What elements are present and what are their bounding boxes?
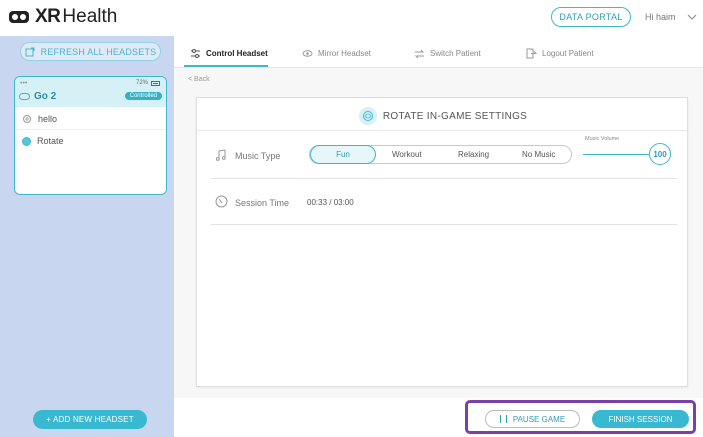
tab-control-headset[interactable]: Control Headset — [190, 48, 268, 59]
divider — [211, 224, 677, 225]
tab-label: Control Headset — [206, 49, 268, 58]
music-type-selector: Fun Workout Relaxing No Music — [309, 145, 572, 164]
headset-app-label: Rotate — [37, 136, 64, 146]
tab-label: Logout Patient — [542, 49, 594, 58]
brain-icon — [358, 107, 377, 125]
clock-icon — [215, 195, 228, 208]
music-option-no-music[interactable]: No Music — [522, 150, 555, 159]
headset-app-item[interactable]: Rotate — [15, 130, 166, 152]
battery-percent: 72% — [135, 80, 148, 86]
headset-icon — [19, 93, 30, 100]
session-actions-highlight: PAUSE GAME FINISH SESSION — [465, 400, 696, 434]
add-new-headset-button[interactable]: + ADD NEW HEADSET — [33, 410, 147, 429]
xrhealth-logo: XR Health — [8, 6, 117, 28]
battery-status: 72% — [136, 80, 160, 86]
panel-title-text: ROTATE IN-GAME SETTINGS — [382, 110, 528, 122]
game-settings-panel: ROTATE IN-GAME SETTINGS Music Type Fun W… — [196, 97, 689, 387]
chevron-down-icon[interactable] — [687, 12, 697, 22]
tab-mirror-headset[interactable]: Mirror Headset — [302, 48, 371, 59]
music-volume-slider-track[interactable] — [583, 154, 653, 155]
app-window: XR Health DATA PORTAL Hi haim REFRESH ALL… — [0, 0, 703, 437]
status-badge: Controlled — [124, 92, 162, 100]
dot-icon — [22, 136, 31, 146]
headset-menu-dots[interactable]: ••• — [20, 80, 27, 87]
pause-label: PAUSE GAME — [512, 414, 566, 424]
music-option-workout[interactable]: Workout — [392, 150, 422, 159]
pause-icon — [499, 415, 507, 423]
music-volume-label: Music Volume — [585, 136, 620, 142]
refresh-label: REFRESH ALL HEADSETS — [40, 46, 157, 57]
logout-icon — [526, 48, 537, 59]
divider — [211, 178, 677, 179]
top-header: XR Health DATA PORTAL Hi haim — [0, 0, 703, 36]
session-time-label: Session Time — [235, 198, 290, 208]
user-greeting[interactable]: Hi haim — [645, 12, 676, 22]
data-portal-button[interactable]: DATA PORTAL — [551, 7, 631, 27]
music-volume-slider-handle[interactable]: 100 — [649, 143, 671, 165]
sliders-icon — [191, 49, 200, 58]
tab-bar: Control Headset Mirror Headset Switch Pa… — [174, 36, 703, 68]
music-type-label: Music Type — [235, 151, 281, 161]
headset-card[interactable]: ••• 72% Go 2 Controlled hello Rotate — [14, 76, 167, 195]
tab-label: Switch Patient — [430, 49, 481, 58]
headset-card-header[interactable]: ••• 72% Go 2 Controlled — [15, 77, 166, 107]
music-option-relaxing[interactable]: Relaxing — [458, 150, 489, 159]
eye-icon — [302, 50, 313, 57]
logo-text-bold: XR — [35, 6, 61, 27]
headset-app-item[interactable]: hello — [15, 108, 166, 130]
tab-logout-patient[interactable]: Logout Patient — [526, 48, 594, 59]
refresh-all-headsets-button[interactable]: REFRESH ALL HEADSETS — [20, 42, 161, 61]
tab-label: Mirror Headset — [318, 49, 371, 58]
battery-icon — [151, 80, 160, 86]
refresh-icon — [25, 47, 35, 56]
pause-game-button[interactable]: PAUSE GAME — [485, 410, 580, 428]
music-note-icon — [215, 149, 226, 161]
vr-headset-icon — [9, 11, 29, 23]
headset-name-text: Go 2 — [34, 91, 57, 102]
sidebar: REFRESH ALL HEADSETS ••• 72% Go 2 Contro… — [0, 36, 174, 437]
divider — [197, 130, 689, 131]
gear-icon — [23, 114, 31, 123]
headset-app-label: hello — [38, 113, 58, 124]
back-link[interactable]: < Back — [188, 76, 210, 83]
session-time-value: 00:33 / 03:00 — [307, 198, 354, 207]
music-option-fun[interactable]: Fun — [310, 145, 376, 164]
active-tab-indicator — [184, 65, 268, 67]
tab-switch-patient[interactable]: Switch Patient — [414, 48, 481, 59]
swap-icon — [414, 49, 425, 59]
main-content: < Back ROTATE IN-GAME SETTINGS Music Typ… — [174, 68, 703, 398]
logo-text-regular: Health — [62, 6, 118, 27]
headset-name: Go 2 — [19, 91, 56, 102]
panel-title: ROTATE IN-GAME SETTINGS — [197, 106, 689, 126]
bottom-action-bar: PAUSE GAME FINISH SESSION — [174, 398, 703, 437]
finish-session-button[interactable]: FINISH SESSION — [592, 410, 689, 428]
